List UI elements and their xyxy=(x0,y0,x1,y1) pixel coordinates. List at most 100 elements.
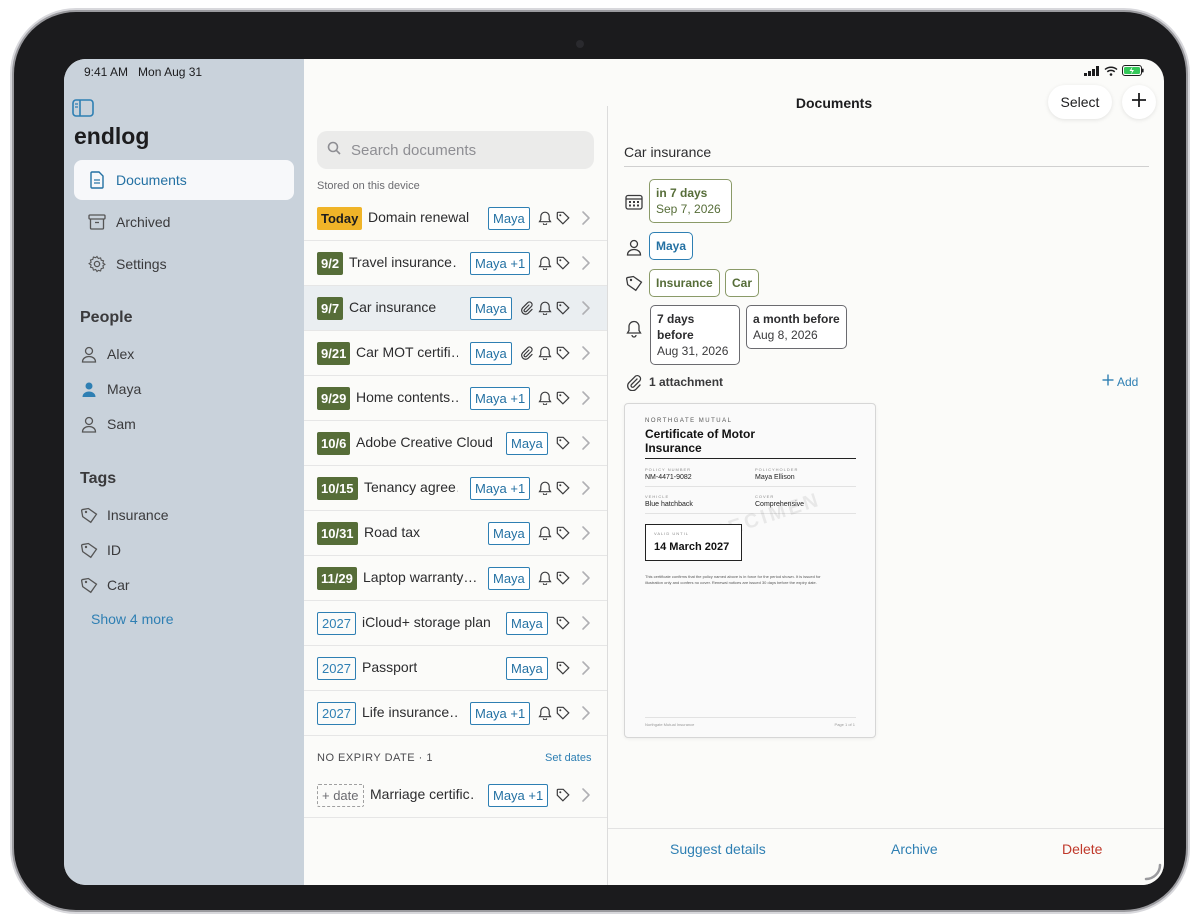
document-name: Adobe Creative Cloud xyxy=(356,434,493,450)
document-row[interactable]: 9/2 Maya +1 Travel insurance… xyxy=(304,241,608,286)
detail-toolbar: Suggest details Archive Delete xyxy=(608,828,1164,885)
detail-person-chip[interactable]: Maya xyxy=(649,232,694,260)
paperclip-icon xyxy=(624,372,644,392)
expiry-date-chip[interactable]: in 7 days Sep 7, 2026 xyxy=(649,179,732,223)
document-name: Car insurance xyxy=(349,299,437,315)
cert-footer-right: Page 1 of 1 xyxy=(834,722,855,727)
status-clock: 9:41 AM xyxy=(84,65,129,79)
add-attachment-button[interactable]: Add xyxy=(1102,374,1138,389)
chevron-right-icon xyxy=(581,615,591,631)
bell-icon xyxy=(538,571,552,585)
cert-body-text: This certificate confirms that the polic… xyxy=(645,574,821,585)
document-name: Life insurance… xyxy=(362,704,458,720)
document-row[interactable]: 10/31 Maya Road tax xyxy=(304,511,608,556)
chevron-right-icon xyxy=(581,210,591,226)
detail-tag-chip-car[interactable]: Car xyxy=(725,269,760,297)
tag-item-insurance[interactable]: Insurance xyxy=(80,506,168,524)
cert-valid-box: VALID UNTIL 14 March 2027 xyxy=(645,524,742,561)
expiry-badge[interactable]: + date xyxy=(317,784,364,807)
person-icon xyxy=(80,345,98,363)
select-button[interactable]: Select xyxy=(1048,85,1112,119)
cert-cover-label: COVER xyxy=(755,494,775,499)
document-title-field[interactable]: Car insurance xyxy=(624,139,1149,167)
search-input[interactable] xyxy=(351,141,581,159)
expiry-badge: 10/15 xyxy=(317,477,358,500)
cert-policyholder: Maya Ellison xyxy=(755,474,795,481)
people-section-title: People xyxy=(80,309,133,326)
document-name: Domain renewal xyxy=(368,209,470,225)
bell-icon xyxy=(538,526,552,540)
cert-valid-until-label: VALID UNTIL xyxy=(654,531,689,536)
expiry-badge: 11/29 xyxy=(317,567,357,590)
person-chip: Maya xyxy=(506,657,548,680)
tag-icon xyxy=(556,346,570,360)
document-name: Road tax xyxy=(364,524,421,540)
reminder-date: Aug 31, 2026 xyxy=(657,344,729,358)
chevron-right-icon xyxy=(581,345,591,361)
delete-button[interactable]: Delete xyxy=(1062,841,1102,857)
add-document-button[interactable] xyxy=(1122,85,1156,119)
chevron-right-icon xyxy=(581,525,591,541)
person-chip: Maya xyxy=(470,342,512,365)
tag-icon xyxy=(556,211,570,225)
bell-icon xyxy=(538,706,552,720)
document-row[interactable]: 2027 Maya Passport xyxy=(304,646,608,691)
nav-archived[interactable]: Archived xyxy=(74,202,294,242)
archive-button[interactable]: Archive xyxy=(891,841,938,857)
detail-tag-chip-insurance[interactable]: Insurance xyxy=(649,269,720,297)
search-field[interactable] xyxy=(317,131,594,169)
nav-archived-label: Archived xyxy=(116,214,171,230)
person-chip: Maya +1 xyxy=(470,702,531,725)
cert-valid-until: 14 March 2027 xyxy=(654,541,730,553)
sidebar-toggle-icon[interactable] xyxy=(72,99,94,117)
nav-documents[interactable]: Documents xyxy=(74,160,294,200)
status-time: 9:41 AM Mon Aug 31 xyxy=(84,65,202,79)
tag-item-label: Car xyxy=(107,577,130,593)
person-chip: Maya +1 xyxy=(488,784,549,807)
document-row[interactable]: 2027 Maya +1 Life insurance… xyxy=(304,691,608,736)
set-dates-link[interactable]: Set dates xyxy=(545,752,591,764)
bell-icon xyxy=(538,256,552,270)
document-row[interactable]: Today Maya Domain renewal xyxy=(304,196,608,241)
tag-icon xyxy=(556,788,570,802)
document-row[interactable]: + date Maya +1 Marriage certific… xyxy=(304,773,608,818)
document-row[interactable]: 10/6 Maya Adobe Creative Cloud xyxy=(304,421,608,466)
person-chip: Maya xyxy=(470,297,512,320)
cert-policy-number-label: POLICY NUMBER xyxy=(645,467,692,472)
chevron-right-icon xyxy=(581,570,591,586)
calendar-icon xyxy=(624,191,644,211)
document-row[interactable]: 2027 Maya iCloud+ storage plan xyxy=(304,601,608,646)
bell-icon xyxy=(538,211,552,225)
document-row[interactable]: 9/29 Maya +1 Home contents… xyxy=(304,376,608,421)
attachment-thumbnail[interactable]: NORTHGATE MUTUAL Certificate of Motor In… xyxy=(624,403,876,738)
plus-icon xyxy=(1131,92,1147,113)
resize-grip-icon[interactable] xyxy=(1142,861,1162,881)
document-list: Stored on this device NO EXPIRY DATE · 1… xyxy=(304,59,608,885)
suggest-details-button[interactable]: Suggest details xyxy=(670,841,766,857)
nav-settings[interactable]: Settings xyxy=(74,244,294,284)
archive-box-icon xyxy=(88,213,106,231)
expiry-badge: 10/31 xyxy=(317,522,358,545)
person-item-maya[interactable]: Maya xyxy=(80,380,141,398)
expiry-badge: 9/2 xyxy=(317,252,344,275)
person-item-alex[interactable]: Alex xyxy=(80,345,134,363)
tag-icon xyxy=(556,436,570,450)
document-name: iCloud+ storage plan xyxy=(362,614,491,630)
document-row[interactable]: 11/29 Maya Laptop warranty… xyxy=(304,556,608,601)
document-row[interactable]: 9/7 Maya Car insurance xyxy=(304,286,608,331)
reminder-chip-2[interactable]: a month before Aug 8, 2026 xyxy=(746,305,847,349)
person-chip: Maya xyxy=(488,567,530,590)
expiry-badge: 2027 xyxy=(317,702,356,725)
document-row[interactable]: 10/15 Maya +1 Tenancy agree… xyxy=(304,466,608,511)
reminder-chip-1[interactable]: 7 days before Aug 31, 2026 xyxy=(650,305,740,365)
show-more-tags-link[interactable]: Show 4 more xyxy=(91,611,173,627)
person-chip: Maya +1 xyxy=(470,252,531,275)
storage-caption: Stored on this device xyxy=(317,180,420,192)
add-attachment-label: Add xyxy=(1117,374,1139,389)
tag-item-id[interactable]: ID xyxy=(80,541,121,559)
document-row[interactable]: 9/21 Maya Car MOT certifi… xyxy=(304,331,608,376)
person-icon xyxy=(624,237,644,257)
tag-item-car[interactable]: Car xyxy=(80,576,130,594)
cert-divider xyxy=(645,486,856,487)
person-item-sam[interactable]: Sam xyxy=(80,415,136,433)
